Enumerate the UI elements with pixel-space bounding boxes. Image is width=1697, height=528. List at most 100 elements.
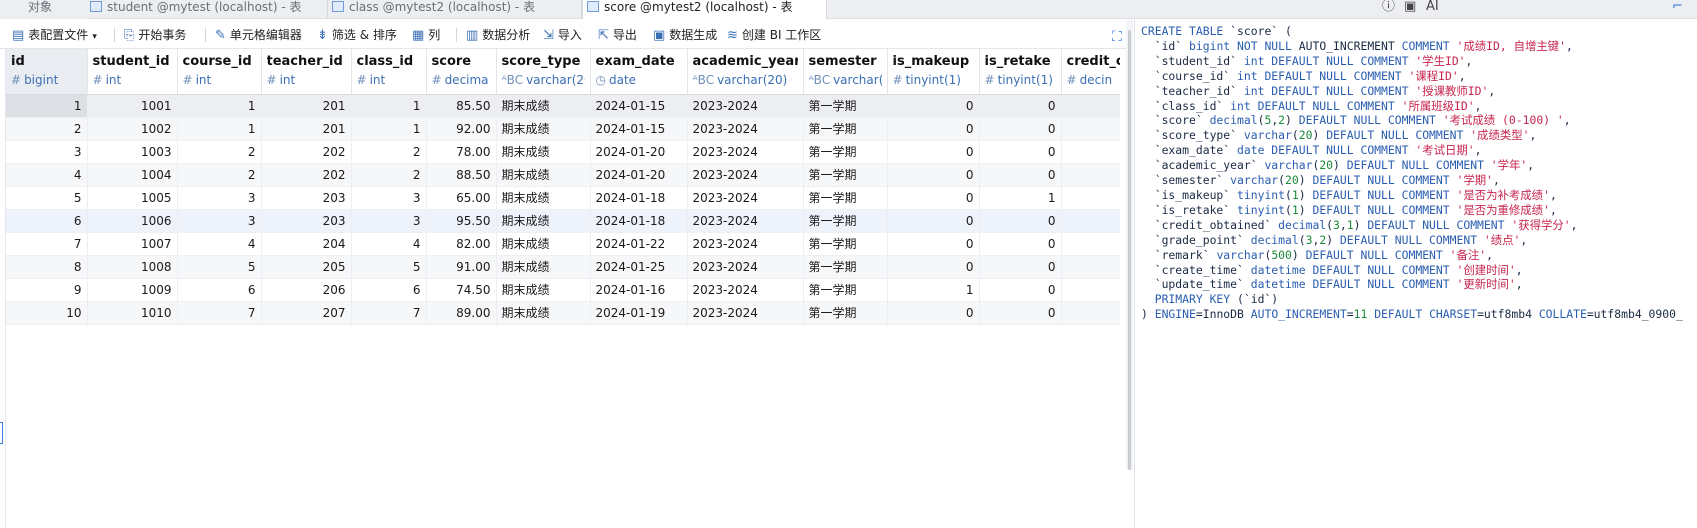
table-row[interactable]: 1 1001 1 201 1 85.50 期末成绩 2024-01-15 2023-2024 第一…	[6, 94, 1120, 118]
table-cell[interactable]: 2	[177, 140, 262, 164]
table-cell[interactable]	[1061, 278, 1120, 302]
table-cell[interactable]: 3	[177, 209, 262, 233]
info-icon[interactable]: ⓘ	[1382, 0, 1395, 19]
table-cell[interactable]	[1061, 140, 1120, 164]
table-cell[interactable]: 85.50	[426, 94, 497, 118]
table-cell[interactable]: 0	[887, 163, 980, 187]
table-cell[interactable]: 0	[887, 186, 980, 210]
table-cell[interactable]: 74.50	[426, 278, 497, 302]
table-cell[interactable]: 1003	[87, 140, 178, 164]
table-cell[interactable]: 0	[887, 94, 980, 118]
table-row[interactable]: 2 1002 1 201 1 92.00 期末成绩 2024-01-15 2023-2024 第一…	[6, 117, 1120, 141]
tab-class-table[interactable]: class @mytest2 (localhost) - 表	[328, 0, 582, 19]
table-cell[interactable]: 91.00	[426, 255, 497, 279]
table-cell[interactable]: 65.00	[426, 186, 497, 210]
table-cell[interactable]: 6	[177, 278, 262, 302]
table-cell[interactable]: 3	[177, 186, 262, 210]
table-cell[interactable]: 0	[979, 163, 1062, 187]
table-cell[interactable]: 第一学期	[803, 209, 888, 233]
table-cell[interactable]: 0	[887, 255, 980, 279]
table-cell[interactable]: 期末成绩	[496, 186, 591, 210]
table-cell[interactable]: 4	[351, 232, 427, 256]
export-button[interactable]: ⇱ 导出	[598, 26, 637, 44]
column-header-credit-c[interactable]: credit_c # decin	[1061, 49, 1120, 95]
table-cell[interactable]: 2024-01-25	[590, 255, 688, 279]
table-cell[interactable]: 2024-01-16	[590, 278, 688, 302]
table-cell[interactable]: 2023-2024	[687, 186, 804, 210]
table-row[interactable]: 3 1003 2 202 2 78.00 期末成绩 2024-01-20 2023-2024 第一…	[6, 140, 1120, 164]
tab-score-table[interactable]: score @mytest2 (localhost) - 表	[582, 0, 827, 19]
table-cell[interactable]: 2023-2024	[687, 278, 804, 302]
table-row[interactable]: 9 1009 6 206 6 74.50 期末成绩 2024-01-16 2023-2024 第一…	[6, 278, 1120, 302]
column-header-class-id[interactable]: class_id # int	[351, 49, 427, 95]
table-cell[interactable]: 2023-2024	[687, 163, 804, 187]
table-cell[interactable]: 第一学期	[803, 278, 888, 302]
table-cell[interactable]	[1061, 209, 1120, 233]
columns-button[interactable]: ▦ 列	[412, 26, 440, 44]
table-row[interactable]: 6 1006 3 203 3 95.50 期末成绩 2024-01-18 2023-2024 第一…	[6, 209, 1120, 233]
column-header-is-retake[interactable]: is_retake # tinyint(1)	[979, 49, 1062, 95]
table-row[interactable]: 4 1004 2 202 2 88.50 期末成绩 2024-01-20 2023-2024 第一…	[6, 163, 1120, 187]
table-cell[interactable]	[1061, 94, 1120, 118]
table-cell[interactable]: 第一学期	[803, 232, 888, 256]
column-header-academic-year[interactable]: academic_year ᴬBC varchar(20)	[687, 49, 804, 95]
table-cell[interactable]: 2023-2024	[687, 255, 804, 279]
data-grid[interactable]: id # bigint student_id # int course_id # int teac…	[6, 49, 1120, 326]
table-cell[interactable]: 第一学期	[803, 163, 888, 187]
column-header-semester[interactable]: semester ᴬBCvarchar(2	[803, 49, 888, 95]
table-cell[interactable]: 1	[887, 278, 980, 302]
table-cell[interactable]: 2023-2024	[687, 301, 804, 325]
table-cell[interactable]: 0	[887, 232, 980, 256]
table-cell[interactable]: 2	[177, 163, 262, 187]
data-analysis-button[interactable]: ▥ 数据分析	[466, 26, 530, 44]
table-cell[interactable]: 第一学期	[803, 94, 888, 118]
table-cell[interactable]: 1008	[87, 255, 178, 279]
table-cell[interactable]: 期末成绩	[496, 94, 591, 118]
tab-objects[interactable]: 对象	[0, 0, 86, 19]
table-cell[interactable]: 0	[979, 117, 1062, 141]
table-cell[interactable]: 1	[351, 117, 427, 141]
table-cell[interactable]: 2023-2024	[687, 232, 804, 256]
data-generation-button[interactable]: ▣ 数据生成	[653, 26, 717, 44]
table-cell[interactable]: 7	[6, 232, 88, 256]
table-cell[interactable]: 5	[177, 255, 262, 279]
table-cell[interactable]: 5	[351, 255, 427, 279]
table-cell[interactable]: 第一学期	[803, 255, 888, 279]
table-cell[interactable]: 2024-01-15	[590, 94, 688, 118]
table-cell[interactable]: 期末成绩	[496, 117, 591, 141]
column-header-teacher-id[interactable]: teacher_id # int	[261, 49, 352, 95]
table-cell[interactable]: 0	[979, 278, 1062, 302]
table-cell[interactable]	[1061, 117, 1120, 141]
table-cell[interactable]: 95.50	[426, 209, 497, 233]
table-cell[interactable]: 第一学期	[803, 117, 888, 141]
table-cell[interactable]: 期末成绩	[496, 301, 591, 325]
create-bi-button[interactable]: ≋ 创建 BI 工作区	[727, 26, 821, 44]
table-cell[interactable]: 7	[177, 301, 262, 325]
column-header-id[interactable]: id # bigint	[6, 49, 88, 95]
table-row[interactable]: 8 1008 5 205 5 91.00 期末成绩 2024-01-25 2023-2024 第一…	[6, 255, 1120, 279]
table-cell[interactable]: 206	[261, 278, 352, 302]
expand-icon[interactable]: ⛶	[1112, 29, 1122, 45]
table-cell[interactable]: 第一学期	[803, 186, 888, 210]
table-cell[interactable]: 2023-2024	[687, 140, 804, 164]
panel-splitter[interactable]	[1134, 19, 1135, 528]
table-cell[interactable]: 0	[979, 301, 1062, 325]
column-header-course-id[interactable]: course_id # int	[177, 49, 262, 95]
tab-student-table[interactable]: student @mytest (localhost) - 表	[86, 0, 328, 19]
table-cell[interactable]: 6	[6, 209, 88, 233]
table-cell[interactable]: 1001	[87, 94, 178, 118]
table-cell[interactable]: 0	[887, 209, 980, 233]
column-header-score-type[interactable]: score_type ᴬBCvarchar(20)	[496, 49, 591, 95]
table-cell[interactable]: 第一学期	[803, 140, 888, 164]
table-cell[interactable]: 0	[887, 117, 980, 141]
table-cell[interactable]: 1009	[87, 278, 178, 302]
table-cell[interactable]: 2024-01-18	[590, 186, 688, 210]
table-cell[interactable]: 1004	[87, 163, 178, 187]
table-cell[interactable]: 1	[351, 94, 427, 118]
table-cell[interactable]: 201	[261, 94, 352, 118]
table-cell[interactable]: 第一学期	[803, 301, 888, 325]
table-row[interactable]: 7 1007 4 204 4 82.00 期末成绩 2024-01-22 2023-2024 第一…	[6, 232, 1120, 256]
table-cell[interactable]: 204	[261, 232, 352, 256]
table-cell[interactable]: 92.00	[426, 117, 497, 141]
table-cell[interactable]: 2024-01-20	[590, 140, 688, 164]
